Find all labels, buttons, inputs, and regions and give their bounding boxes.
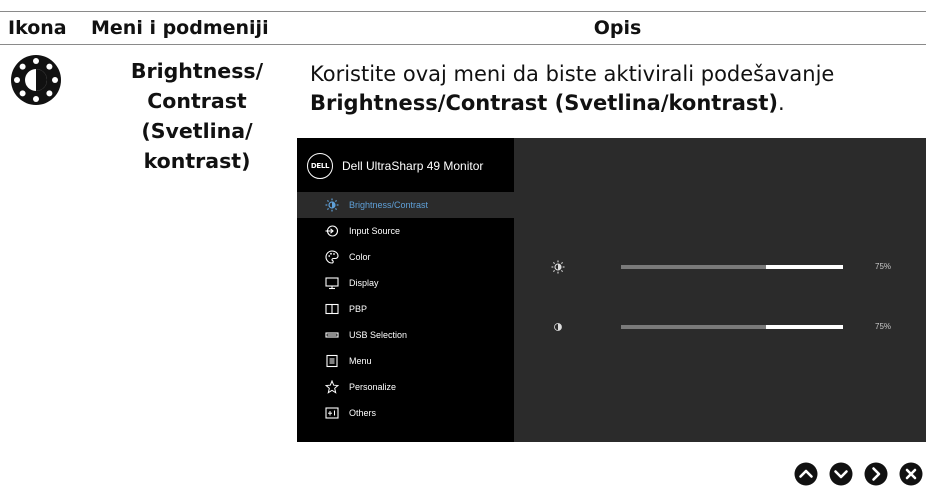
osd-item-usb-selection[interactable]: USB Selection [297, 322, 514, 348]
close-icon[interactable] [899, 462, 923, 486]
menu-name-line: Contrast [147, 89, 247, 113]
osd-item-color[interactable]: Color [297, 244, 514, 270]
brightness-slider[interactable] [621, 265, 843, 269]
contrast-icon [551, 320, 565, 334]
osd-item-label: Input Source [349, 226, 401, 236]
chevron-up-icon[interactable] [794, 462, 818, 486]
contrast-value: 75% [875, 322, 892, 331]
contrast-slider-row: 75% [551, 320, 891, 334]
input-source-icon [325, 224, 339, 238]
contrast-slider[interactable] [621, 325, 843, 329]
table-top-rule [0, 11, 926, 12]
osd-item-label: Color [349, 252, 371, 262]
menu-name-line: Brightness/ [130, 59, 264, 83]
osd-item-brightness-contrast[interactable]: Brightness/Contrast [297, 192, 514, 218]
description-text: Koristite ovaj meni da biste aktivirali … [310, 60, 910, 118]
navigation-buttons [794, 462, 923, 486]
osd-item-others[interactable]: Others [297, 400, 514, 426]
brightness-slider-fill [621, 265, 766, 269]
chevron-right-icon[interactable] [864, 462, 888, 486]
osd-item-input-source[interactable]: Input Source [297, 218, 514, 244]
description-period: . [778, 91, 785, 115]
osd-item-label: Personalize [349, 382, 397, 392]
others-icon [325, 406, 339, 420]
osd-item-menu[interactable]: Menu [297, 348, 514, 374]
osd-item-personalize[interactable]: Personalize [297, 374, 514, 400]
osd-screenshot: DELL Dell UltraSharp 49 Monitor Brightne… [297, 138, 926, 442]
color-icon [325, 250, 339, 264]
description-bold-term: Brightness/Contrast (Svetlina/kontrast) [310, 91, 779, 115]
menu-name-line: kontrast) [143, 149, 251, 173]
header-description-column: Opis [593, 17, 642, 39]
brightness-contrast-icon [11, 55, 61, 105]
osd-item-label: Brightness/Contrast [349, 200, 429, 210]
osd-item-label: PBP [349, 304, 368, 314]
table-header-rule [0, 44, 926, 45]
brightness-slider-row: 75% [551, 260, 891, 274]
usb-icon [325, 328, 339, 342]
brightness-slider-rest [766, 265, 843, 269]
osd-item-display[interactable]: Display [297, 270, 514, 296]
osd-menu-panel: DELL Dell UltraSharp 49 Monitor Brightne… [297, 138, 514, 442]
menu-icon [325, 354, 339, 368]
osd-title: Dell UltraSharp 49 Monitor [342, 159, 484, 173]
pbp-icon [325, 302, 339, 316]
osd-item-label: Display [349, 278, 379, 288]
osd-title-bar: DELL Dell UltraSharp 49 Monitor [307, 153, 483, 179]
osd-item-label: Menu [349, 356, 372, 366]
menu-name-line: (Svetlina/ [141, 119, 253, 143]
display-icon [325, 276, 339, 290]
osd-item-label: USB Selection [349, 330, 408, 340]
brightness-icon [551, 260, 565, 274]
star-icon [325, 380, 339, 394]
dell-logo: DELL [307, 153, 333, 179]
description-line: Koristite ovaj meni da biste aktivirali … [310, 62, 835, 86]
brightness-icon [325, 198, 339, 212]
contrast-slider-rest [766, 325, 843, 329]
osd-item-pbp[interactable]: PBP [297, 296, 514, 322]
osd-item-label: Others [349, 408, 377, 418]
contrast-slider-fill [621, 325, 766, 329]
brightness-value: 75% [875, 262, 892, 271]
menu-name: Brightness/ Contrast (Svetlina/ kontrast… [104, 56, 290, 176]
chevron-down-icon[interactable] [829, 462, 853, 486]
